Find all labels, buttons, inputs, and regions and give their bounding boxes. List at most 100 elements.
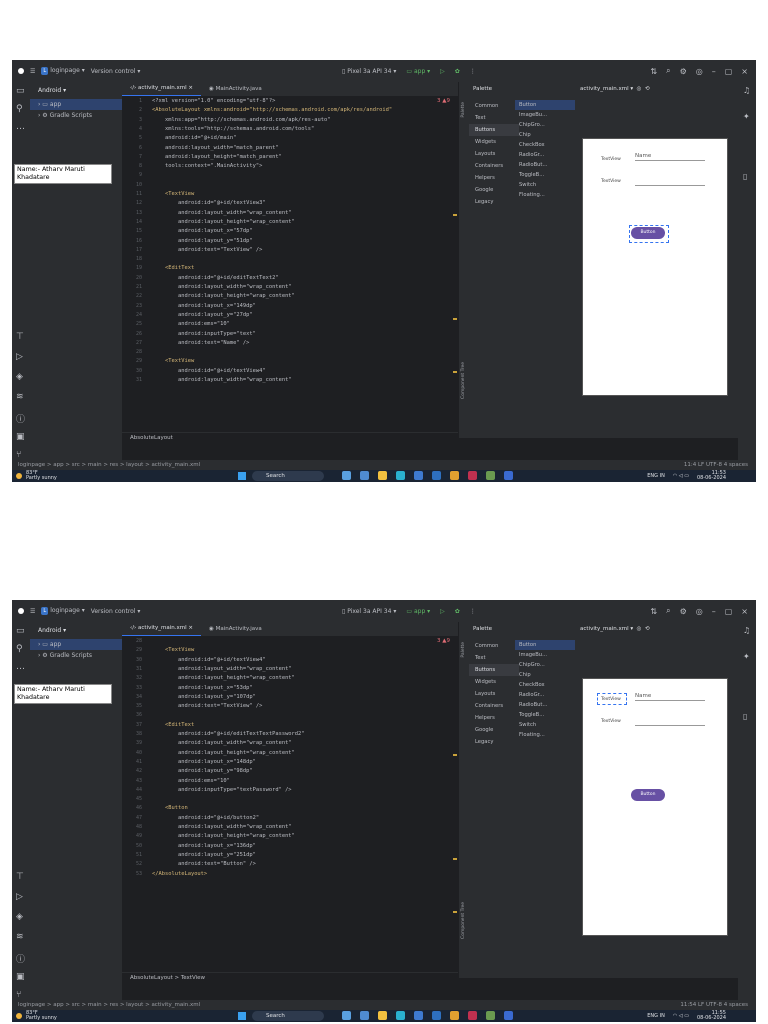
editor-breadcrumb[interactable]: AbsoluteLayout	[122, 432, 466, 443]
code-line[interactable]: android:layout_height="wrap_content"	[152, 833, 295, 839]
code-line[interactable]: android:id="@+id/textView4"	[152, 657, 266, 663]
code-line[interactable]: android:layout_height="wrap_content"	[152, 675, 295, 681]
code-line[interactable]: </AbsoluteLayout>	[152, 871, 207, 877]
code-line[interactable]: android:inputType="textPassword" />	[152, 787, 292, 793]
palette-category[interactable]: Common	[469, 100, 519, 112]
clock[interactable]: 11:55 08-06-2024	[697, 1011, 726, 1021]
code-line[interactable]: android:layout_y="107dp"	[152, 694, 256, 700]
code-line[interactable]: <TextView	[152, 191, 194, 197]
code-line[interactable]: android:id="@+id/editTextTextPassword2"	[152, 731, 305, 737]
clock[interactable]: 11:53 08-06-2024	[697, 471, 726, 481]
play-icon[interactable]: ▷	[16, 892, 23, 902]
preview-password-field[interactable]	[635, 179, 705, 186]
palette-category[interactable]: Containers	[469, 700, 519, 712]
palette-widget[interactable]: CheckBox	[515, 680, 575, 690]
code-line[interactable]: android:layout_height="match_parent"	[152, 154, 282, 160]
code-line[interactable]: android:layout_width="wrap_content"	[152, 824, 292, 830]
search-icon[interactable]: ⌕	[666, 606, 670, 616]
code-editor[interactable]: 28 29 <TextView 30 android:id="@+id/textVi…	[122, 636, 458, 972]
file-explorer-icon[interactable]	[378, 471, 387, 480]
play-icon[interactable]: ▷	[16, 352, 23, 362]
code-line[interactable]: android:ems="10"	[152, 778, 230, 784]
palette-tab[interactable]: Palette	[461, 102, 466, 118]
tab-main-activity[interactable]: ◉ MainActivity.java	[201, 82, 270, 96]
maximize-icon[interactable]: ▢	[725, 67, 733, 76]
phone-preview[interactable]: TextView Name TextView Button	[582, 138, 728, 396]
palette-category[interactable]: Widgets	[469, 676, 519, 688]
palette-category[interactable]: Legacy	[469, 736, 519, 748]
chrome-icon[interactable]	[450, 1011, 459, 1020]
run-config-selector[interactable]: ▭ app ▾	[406, 608, 430, 615]
palette-widget[interactable]: Switch	[515, 720, 575, 730]
project-panel-title[interactable]: Android ▾	[30, 622, 122, 639]
taskbar-app-icon[interactable]	[504, 471, 513, 480]
status-path[interactable]: loginpage > app > src > main > res > lay…	[18, 1002, 200, 1008]
minimize-icon[interactable]: –	[712, 67, 716, 76]
design-toolbar[interactable]: activity_main.xml ▾ ◎ ⟲	[580, 626, 650, 632]
palette-category[interactable]: Layouts	[469, 688, 519, 700]
taskbar-app-icon[interactable]	[360, 471, 369, 480]
hammer-icon[interactable]: ⊤	[16, 332, 24, 342]
more-icon[interactable]: …	[16, 662, 25, 672]
hammer-icon[interactable]: ⊤	[16, 872, 24, 882]
taskbar-app-icon[interactable]	[504, 1011, 513, 1020]
code-line[interactable]: android:layout_y="27dp"	[152, 312, 253, 318]
palette-widget[interactable]: Floating...	[515, 730, 575, 740]
edge-icon[interactable]	[396, 1011, 405, 1020]
palette-widget[interactable]: ChipGro...	[515, 120, 575, 130]
hamburger-menu-icon[interactable]: ☰	[30, 608, 35, 615]
palette-category[interactable]: Legacy	[469, 196, 519, 208]
maximize-icon[interactable]: ▢	[725, 607, 733, 616]
commit-icon[interactable]: ⚲	[16, 104, 23, 114]
palette-widget[interactable]: RadioGr...	[515, 690, 575, 700]
code-line[interactable]: android:layout_width="wrap_content"	[152, 740, 292, 746]
palette-widget[interactable]: ChipGro...	[515, 660, 575, 670]
component-tree-tab[interactable]: Component Tree	[461, 362, 466, 399]
run-icon[interactable]: ▷	[440, 68, 445, 75]
preview-password-field[interactable]	[635, 719, 705, 726]
preview-name-field[interactable]: Name	[635, 153, 705, 161]
code-line[interactable]: android:layout_x="57dp"	[152, 228, 253, 234]
palette-category[interactable]: Widgets	[469, 136, 519, 148]
code-line[interactable]: android:layout_y="51dp"	[152, 238, 253, 244]
run-config-selector[interactable]: ▭ app ▾	[406, 68, 430, 75]
code-line[interactable]: android:layout_height="wrap_content"	[152, 219, 295, 225]
palette-category[interactable]: Google	[469, 724, 519, 736]
git-icon[interactable]: ⑂	[16, 990, 21, 1000]
code-line[interactable]: android:inputType="text"	[152, 331, 256, 337]
settings-icon[interactable]: ⚙	[680, 607, 687, 616]
palette-widget[interactable]: CheckBox	[515, 140, 575, 150]
palette-category[interactable]: Layouts	[469, 148, 519, 160]
vcs-menu[interactable]: Version control ▾	[91, 68, 141, 75]
close-icon[interactable]: ×	[741, 607, 748, 616]
vcs-menu[interactable]: Version control ▾	[91, 608, 141, 615]
palette-category[interactable]: Helpers	[469, 712, 519, 724]
code-line[interactable]: xmlns:tools="http://schemas.android.com/…	[152, 126, 314, 132]
code-editor[interactable]: 1 <?xml version="1.0" encoding="utf-8"?> 2…	[122, 96, 458, 432]
palette-category[interactable]: Containers	[469, 160, 519, 172]
code-line[interactable]: android:layout_width="wrap_content"	[152, 666, 292, 672]
more-icon[interactable]: …	[16, 122, 25, 132]
build-icon[interactable]: ≋	[16, 392, 24, 402]
palette-widget[interactable]: ImageBu...	[515, 110, 575, 120]
component-tree-tab[interactable]: Component Tree	[461, 902, 466, 939]
windows-start-icon[interactable]	[238, 472, 246, 480]
code-line[interactable]: android:id="@+id/editTextText2"	[152, 275, 279, 281]
more-actions-icon[interactable]: ⋮	[470, 608, 476, 615]
code-line[interactable]: android:layout_width="match_parent"	[152, 145, 279, 151]
project-selector[interactable]: Lloginpage ▾	[41, 607, 85, 615]
taskbar-app-icon[interactable]	[342, 1011, 351, 1020]
tab-main-activity[interactable]: ◉ MainActivity.java	[201, 622, 270, 636]
terminal-icon[interactable]: ▣	[16, 432, 25, 442]
palette-widget[interactable]: Switch	[515, 180, 575, 190]
palette-widget[interactable]: ToggleB...	[515, 170, 575, 180]
build-icon[interactable]: ≋	[16, 932, 24, 942]
palette-widget[interactable]: RadioGr...	[515, 150, 575, 160]
taskbar-search[interactable]: Search	[252, 1011, 324, 1021]
preview-name-field[interactable]: Name	[635, 693, 705, 701]
code-line[interactable]: android:layout_x="136dp"	[152, 843, 256, 849]
code-line[interactable]: <Button	[152, 805, 188, 811]
taskbar-search[interactable]: Search	[252, 471, 324, 481]
logcat-icon[interactable]: ◈	[16, 912, 23, 922]
account-icon[interactable]: ◎	[696, 67, 703, 76]
